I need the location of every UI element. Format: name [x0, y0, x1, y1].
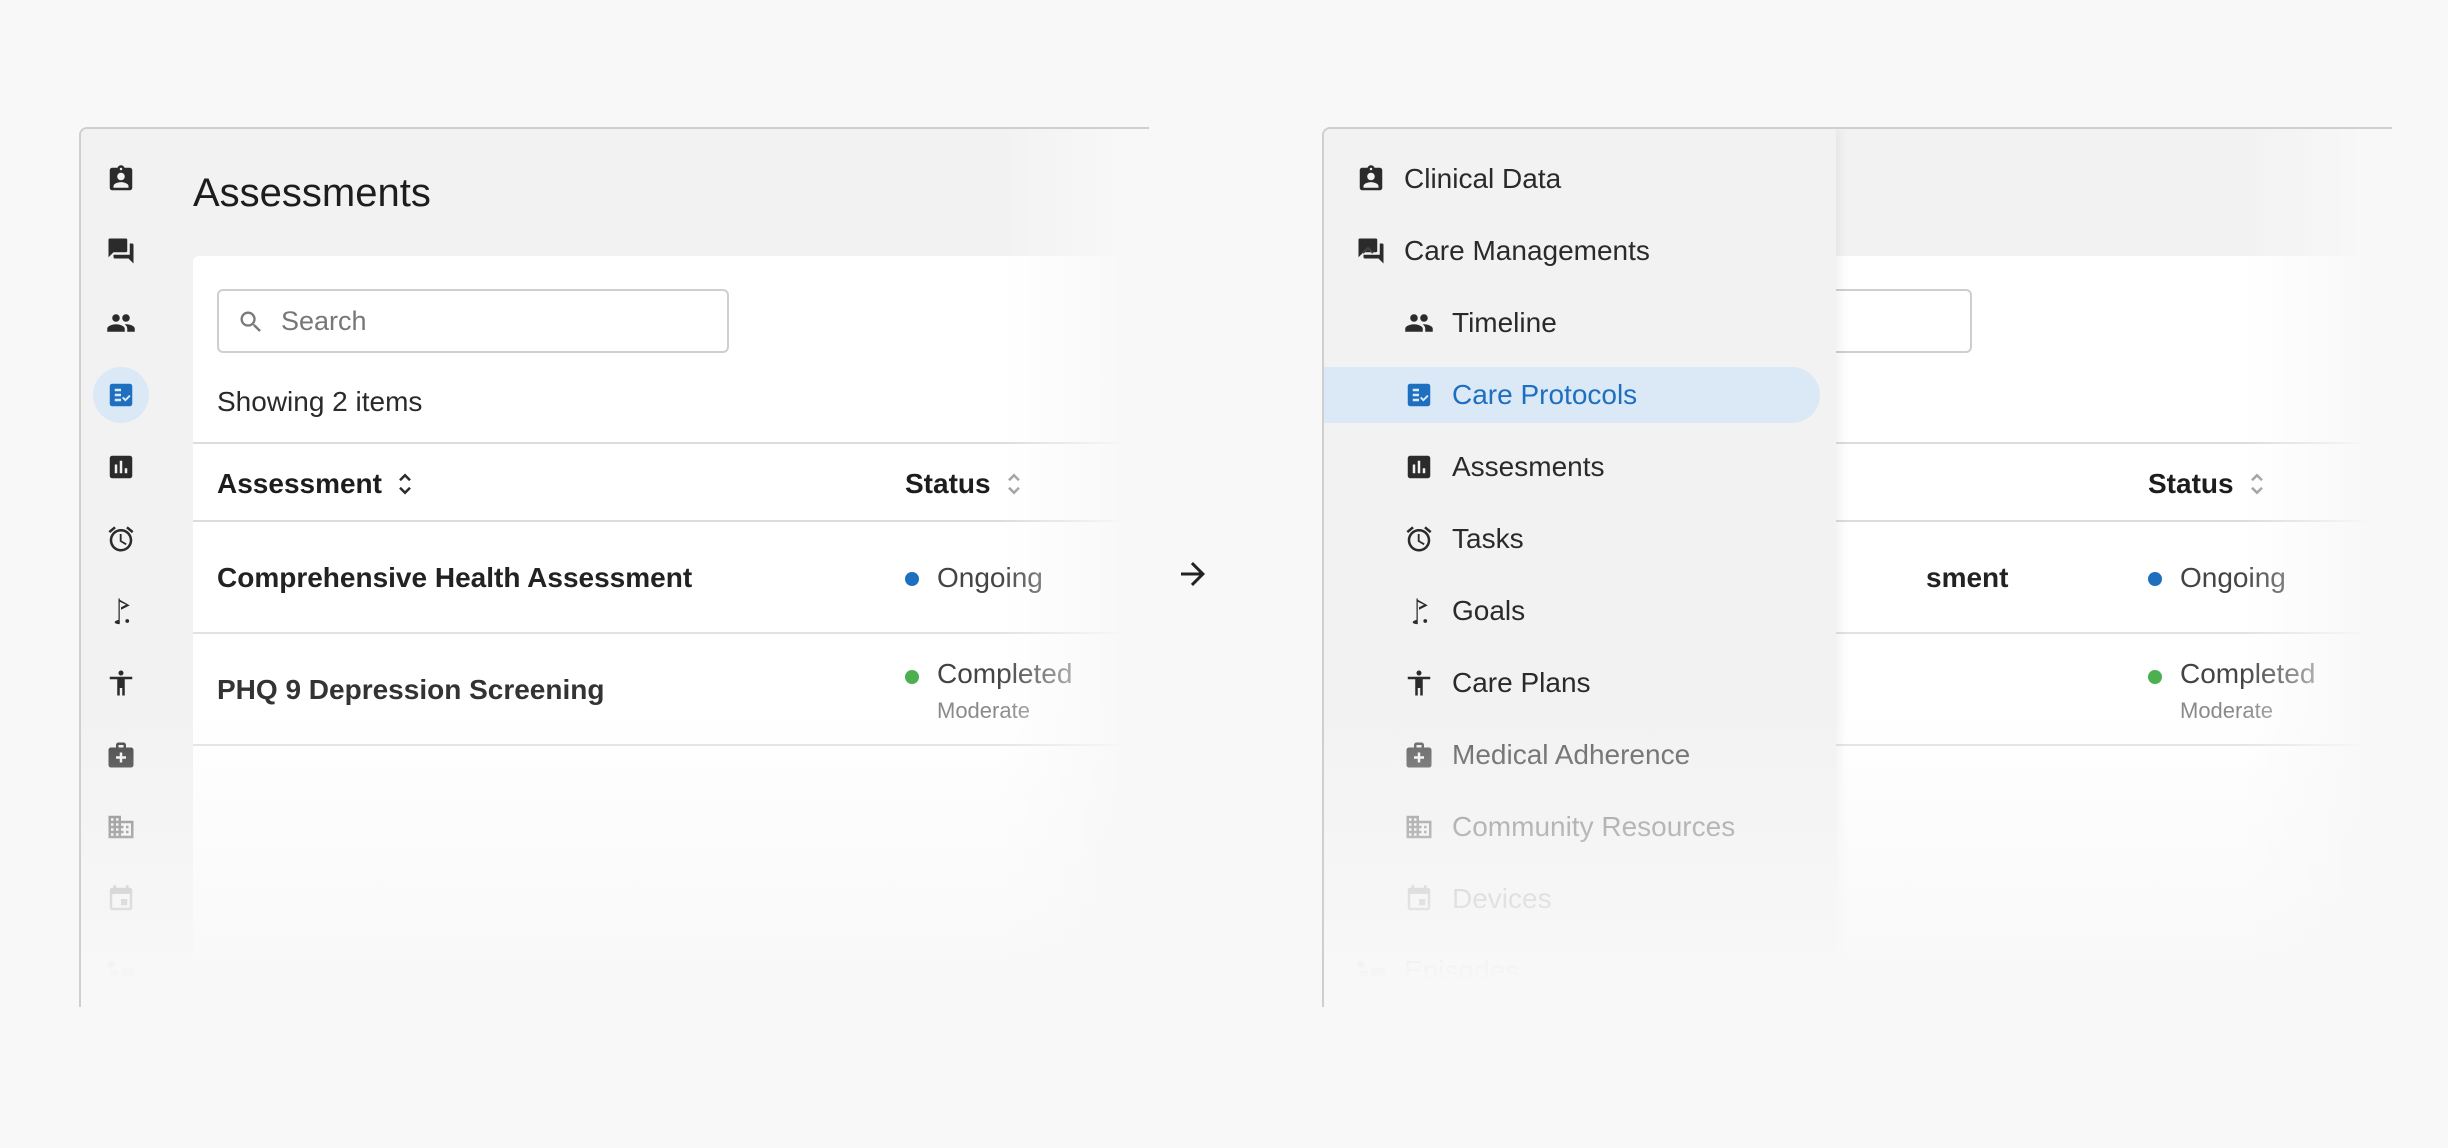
table-header: Assessment Status	[193, 442, 1149, 522]
nav-label: Care Plans	[1452, 667, 1591, 698]
status-sublabel: Moderate	[937, 698, 1030, 723]
search-input[interactable]	[281, 299, 711, 343]
expanded-layout-panel: Status sment Ongoing Completed Moderate	[1322, 127, 2392, 1007]
episodes-icon	[107, 961, 135, 976]
nav-label: Timeline	[1452, 307, 1557, 338]
status-sublabel: Moderate	[2180, 698, 2273, 723]
golf-flag-icon	[1412, 598, 1428, 625]
nav-item-care-plans[interactable]: Care Plans	[1324, 655, 1820, 711]
nav-label: Goals	[1452, 595, 1526, 626]
nav-label: Medical Adherence	[1452, 739, 1691, 770]
item-count: Showing 2 items	[217, 386, 423, 417]
nav-label: Assesments	[1452, 451, 1605, 482]
nav-item-care-managements[interactable]: Care Managements	[1324, 223, 1820, 279]
nav-label: Community Resources	[1452, 811, 1736, 842]
table-row[interactable]: PHQ 9 Depression Screening Completed Mod…	[193, 634, 1149, 746]
chart-icon	[109, 455, 133, 479]
rail-item-care-plans[interactable]	[93, 655, 149, 711]
rail-item-care-protocols[interactable]	[93, 367, 149, 423]
rail-item-clinical-data[interactable]	[93, 151, 149, 207]
nav-item-goals[interactable]: Goals	[1324, 583, 1820, 639]
nav-label: Devices	[1452, 883, 1552, 914]
clinical-data-icon	[1359, 165, 1383, 191]
nav-item-community-resources[interactable]: Community Resources	[1324, 799, 1820, 855]
nav-item-care-protocols[interactable]: Care Protocols	[1324, 367, 1820, 423]
search-icon	[240, 311, 261, 332]
column-label: Status	[905, 468, 991, 499]
status-label: Completed	[937, 658, 1073, 689]
chart-icon	[1407, 455, 1431, 479]
arrow-right-icon	[1181, 562, 1205, 586]
expanded-sidebar: Clinical Data Care Managements Timeline …	[1324, 129, 1836, 1007]
alarm-icon	[1406, 526, 1432, 552]
chevron-up-icon[interactable]	[1356, 239, 1380, 263]
rail-item-goals[interactable]	[93, 583, 149, 639]
nav-label: Care Protocols	[1452, 379, 1638, 410]
sort-icon	[1007, 473, 1020, 495]
status-label: Completed	[2180, 658, 2316, 689]
nav-label: Tasks	[1452, 523, 1524, 554]
nav-item-tasks[interactable]: Tasks	[1324, 511, 1820, 567]
nav-item-assesments[interactable]: Assesments	[1324, 439, 1820, 495]
building-icon	[108, 815, 134, 839]
column-header-assessment[interactable]: Assessment	[217, 468, 416, 500]
assessment-name: Comprehensive Health Assessment	[217, 562, 693, 593]
accessibility-icon	[1407, 670, 1431, 696]
nav-label: Clinical Data	[1404, 163, 1562, 194]
people-icon	[107, 314, 135, 332]
assessment-name: sment	[1926, 562, 2009, 593]
rail-item-community-resources[interactable]	[93, 799, 149, 855]
checklist-icon	[109, 383, 133, 407]
nav-item-episodes[interactable]: Episodes	[1324, 943, 1820, 999]
sort-icon	[399, 473, 411, 495]
search-field[interactable]	[217, 289, 729, 353]
table-row[interactable]: Comprehensive Health Assessment Ongoing	[193, 522, 1149, 634]
calendar-icon	[1407, 885, 1431, 911]
rail-item-episodes[interactable]	[93, 943, 149, 999]
alarm-icon	[108, 526, 134, 552]
episodes-icon	[1357, 961, 1385, 976]
nav-item-timeline[interactable]: Timeline	[1324, 295, 1820, 351]
status-dot	[2148, 572, 2162, 586]
golf-flag-icon	[114, 598, 130, 625]
column-header-status[interactable]: Status	[905, 468, 1025, 500]
assessment-name: PHQ 9 Depression Screening	[217, 674, 605, 705]
status-label: Ongoing	[2180, 562, 2286, 593]
nav-label: Care Managements	[1404, 235, 1650, 266]
accessibility-icon	[109, 670, 133, 696]
rail-item-timeline[interactable]	[93, 295, 149, 351]
status-dot	[2148, 670, 2162, 684]
icon-rail	[81, 129, 161, 1007]
chat-icon	[108, 238, 134, 264]
status-dot	[905, 572, 919, 586]
medical-case-icon	[108, 742, 134, 768]
column-label: Assessment	[217, 468, 382, 499]
checklist-icon	[1407, 383, 1431, 407]
rail-item-tasks[interactable]	[93, 511, 149, 567]
status-dot	[905, 670, 919, 684]
column-label: Status	[2148, 468, 2234, 499]
nav-label: Episodes	[1404, 955, 1520, 986]
rail-item-care-managements[interactable]	[93, 223, 149, 279]
status-label: Ongoing	[937, 562, 1043, 593]
clinical-data-icon	[109, 165, 133, 191]
people-icon	[1405, 314, 1433, 332]
column-header-status[interactable]: Status	[2148, 468, 2268, 500]
rail-item-medical-adherence[interactable]	[93, 727, 149, 783]
collapsed-layout-panel: Assessments Showing 2 items Assessment S…	[79, 127, 1149, 1007]
page-title: Assessments	[193, 171, 431, 215]
rail-item-devices[interactable]	[93, 871, 149, 927]
medical-case-icon	[1406, 742, 1432, 768]
nav-item-medical-adherence[interactable]: Medical Adherence	[1324, 727, 1820, 783]
calendar-icon	[109, 885, 133, 911]
rail-item-assesments[interactable]	[93, 439, 149, 495]
nav-item-devices[interactable]: Devices	[1324, 871, 1820, 927]
assessments-card: Showing 2 items Assessment Status Compre…	[193, 256, 1149, 1007]
building-icon	[1406, 815, 1432, 839]
sort-icon	[2250, 473, 2263, 495]
nav-item-clinical-data[interactable]: Clinical Data	[1324, 151, 1820, 207]
